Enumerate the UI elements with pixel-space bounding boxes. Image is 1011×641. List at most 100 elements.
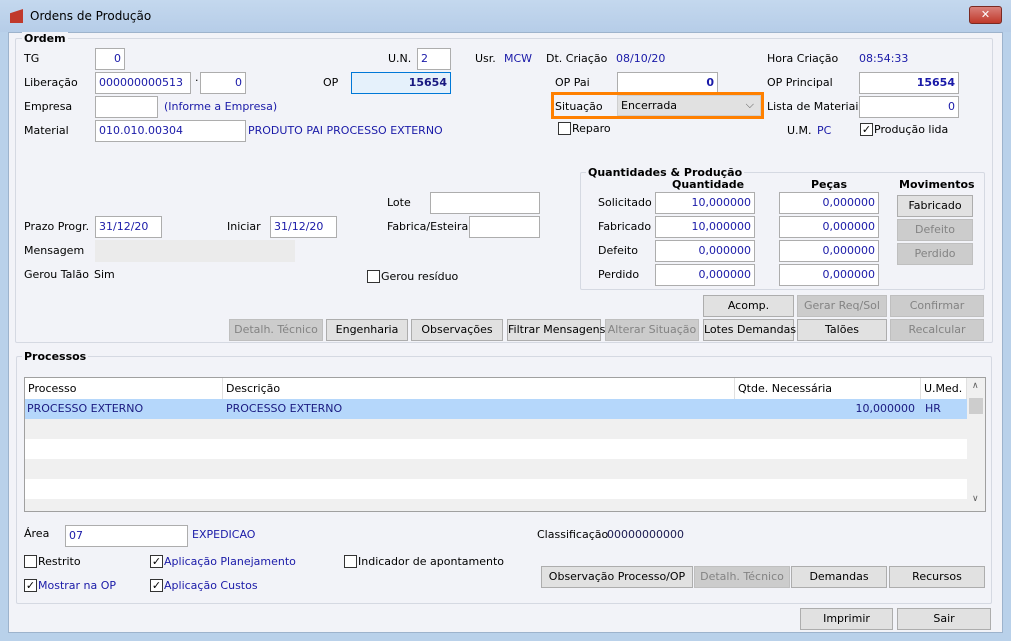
processos-table: Processo Descrição Qtde. Necessária U.Me… xyxy=(24,377,986,512)
quantidade-field[interactable]: 0,000000 xyxy=(655,240,755,262)
producao-lida-label: Produção lida xyxy=(874,123,949,136)
empresa-hint: (Informe a Empresa) xyxy=(164,100,278,113)
situacao-value: Encerrada xyxy=(621,99,678,112)
op-principal-field[interactable]: 15654 xyxy=(859,72,959,94)
usr-value: MCW xyxy=(504,52,533,65)
col-umed[interactable]: U.Med. xyxy=(921,378,967,400)
tg-field[interactable]: 0 xyxy=(95,48,125,70)
demandas-button[interactable]: Demandas xyxy=(791,566,887,588)
iniciar-field[interactable]: 31/12/20 xyxy=(270,216,337,238)
movimento-button[interactable]: Fabricado xyxy=(897,195,973,217)
engenharia-button[interactable]: Engenharia xyxy=(326,319,408,341)
gerou-residuo-label: Gerou resíduo xyxy=(381,270,459,283)
area-field[interactable]: 07 xyxy=(65,525,188,547)
cell-qtde: 10,000000 xyxy=(855,402,916,415)
imprimir-button[interactable]: Imprimir xyxy=(800,608,893,630)
empty-row xyxy=(25,439,967,459)
material-label: Material xyxy=(24,124,69,137)
movimento-button[interactable]: Defeito xyxy=(897,219,973,241)
lote-label: Lote xyxy=(387,196,411,209)
scroll-thumb[interactable] xyxy=(969,398,983,414)
empty-row xyxy=(25,459,967,479)
producao-lida-checkbox[interactable]: ✓ xyxy=(860,123,873,136)
material-field[interactable]: 010.010.00304 xyxy=(95,120,246,142)
prazo-field[interactable]: 31/12/20 xyxy=(95,216,162,238)
scroll-down-icon[interactable]: ∨ xyxy=(972,494,979,504)
material-description: PRODUTO PAI PROCESSO EXTERNO xyxy=(248,124,443,137)
un-field[interactable]: 2 xyxy=(417,48,451,70)
table-row[interactable]: PROCESSO EXTERNO PROCESSO EXTERNO 10,000… xyxy=(25,399,967,419)
lote-field[interactable] xyxy=(430,192,540,214)
alterar-situacao-button[interactable]: Alterar Situação xyxy=(605,319,699,341)
close-button[interactable]: ✕ xyxy=(969,6,1002,24)
confirmar-button[interactable]: Confirmar xyxy=(890,295,984,317)
quantidade-field[interactable]: 10,000000 xyxy=(655,216,755,238)
area-label: Área xyxy=(24,527,50,540)
detalh-tecnico-button[interactable]: Detalh. Técnico xyxy=(229,319,323,341)
liberacao-suffix-field[interactable]: 0 xyxy=(200,72,246,94)
movimento-button[interactable]: Perdido xyxy=(897,243,973,265)
gerou-talao-value: Sim xyxy=(94,268,115,281)
lista-materiais-label: Lista de Materiais xyxy=(767,100,865,113)
restrito-checkbox[interactable] xyxy=(24,555,37,568)
mostrar-op-checkbox[interactable]: ✓ xyxy=(24,579,37,592)
pecas-field[interactable]: 0,000000 xyxy=(779,192,879,214)
op-label: OP xyxy=(323,76,339,89)
op-field[interactable]: 15654 xyxy=(351,72,451,94)
fabrica-field[interactable] xyxy=(469,216,540,238)
chevron-down-icon: ⌵ xyxy=(745,98,754,111)
empresa-field[interactable] xyxy=(95,96,158,118)
filtrar-mensagens-button[interactable]: Filtrar Mensagens xyxy=(507,319,605,341)
acomp-button[interactable]: Acomp. xyxy=(703,295,794,317)
gerou-talao-label: Gerou Talão xyxy=(24,268,89,281)
lotes-demandas-button[interactable]: Lotes Demandas xyxy=(703,319,796,341)
vertical-scrollbar[interactable]: ∧ ∨ xyxy=(967,378,985,511)
detalh-tecnico-processo-button[interactable]: Detalh. Técnico xyxy=(694,566,790,588)
cell-umed: HR xyxy=(925,402,941,415)
fabrica-label: Fabrica/Esteira xyxy=(387,220,469,233)
situacao-select[interactable]: Encerrada ⌵ xyxy=(617,95,761,116)
dt-criacao-label: Dt. Criação xyxy=(546,52,608,65)
sair-button[interactable]: Sair xyxy=(897,608,991,630)
hora-criacao-value: 08:54:33 xyxy=(859,52,909,65)
qty-row-label: Fabricado xyxy=(598,220,652,233)
gerar-req-sol-button[interactable]: Gerar Req/Sol xyxy=(797,295,887,317)
quantidade-field[interactable]: 0,000000 xyxy=(655,264,755,286)
op-pai-label: OP Pai xyxy=(555,76,590,89)
indicador-apontamento-checkbox[interactable] xyxy=(344,555,357,568)
col-qtde[interactable]: Qtde. Necessária xyxy=(735,378,921,400)
col-pecas: Peças xyxy=(811,178,848,191)
pecas-field[interactable]: 0,000000 xyxy=(779,264,879,286)
aplicacao-planejamento-checkbox[interactable]: ✓ xyxy=(150,555,163,568)
ordem-title: Ordem xyxy=(22,32,68,45)
tg-label: TG xyxy=(24,52,40,65)
recalcular-button[interactable]: Recalcular xyxy=(890,319,984,341)
empty-row xyxy=(25,419,967,439)
recursos-button[interactable]: Recursos xyxy=(889,566,985,588)
reparo-checkbox[interactable] xyxy=(558,122,571,135)
taloes-button[interactable]: Talões xyxy=(797,319,887,341)
col-processo[interactable]: Processo xyxy=(25,378,223,400)
pecas-field[interactable]: 0,000000 xyxy=(779,240,879,262)
situacao-label: Situação xyxy=(555,100,603,113)
empty-row xyxy=(25,499,967,511)
liberacao-field[interactable]: 000000000513 xyxy=(95,72,191,94)
iniciar-label: Iniciar xyxy=(227,220,261,233)
quantidade-field[interactable]: 10,000000 xyxy=(655,192,755,214)
op-pai-field[interactable]: 0 xyxy=(617,72,718,94)
restrito-label: Restrito xyxy=(38,555,81,568)
observacoes-button[interactable]: Observações xyxy=(411,319,503,341)
lista-materiais-field[interactable]: 0 xyxy=(859,96,959,118)
observacao-processo-button[interactable]: Observação Processo/OP xyxy=(541,566,693,588)
area-description: EXPEDICAO xyxy=(192,528,256,541)
hora-criacao-label: Hora Criação xyxy=(767,52,839,65)
col-descricao[interactable]: Descrição xyxy=(223,378,735,400)
gerou-residuo-checkbox[interactable] xyxy=(367,270,380,283)
classificacao-value: 00000000000 xyxy=(607,528,684,541)
aplicacao-custos-checkbox[interactable]: ✓ xyxy=(150,579,163,592)
pecas-field[interactable]: 0,000000 xyxy=(779,216,879,238)
empty-row xyxy=(25,479,967,499)
op-principal-label: OP Principal xyxy=(767,76,833,89)
scroll-up-icon[interactable]: ∧ xyxy=(972,381,979,391)
liberacao-separator: · xyxy=(195,74,199,87)
